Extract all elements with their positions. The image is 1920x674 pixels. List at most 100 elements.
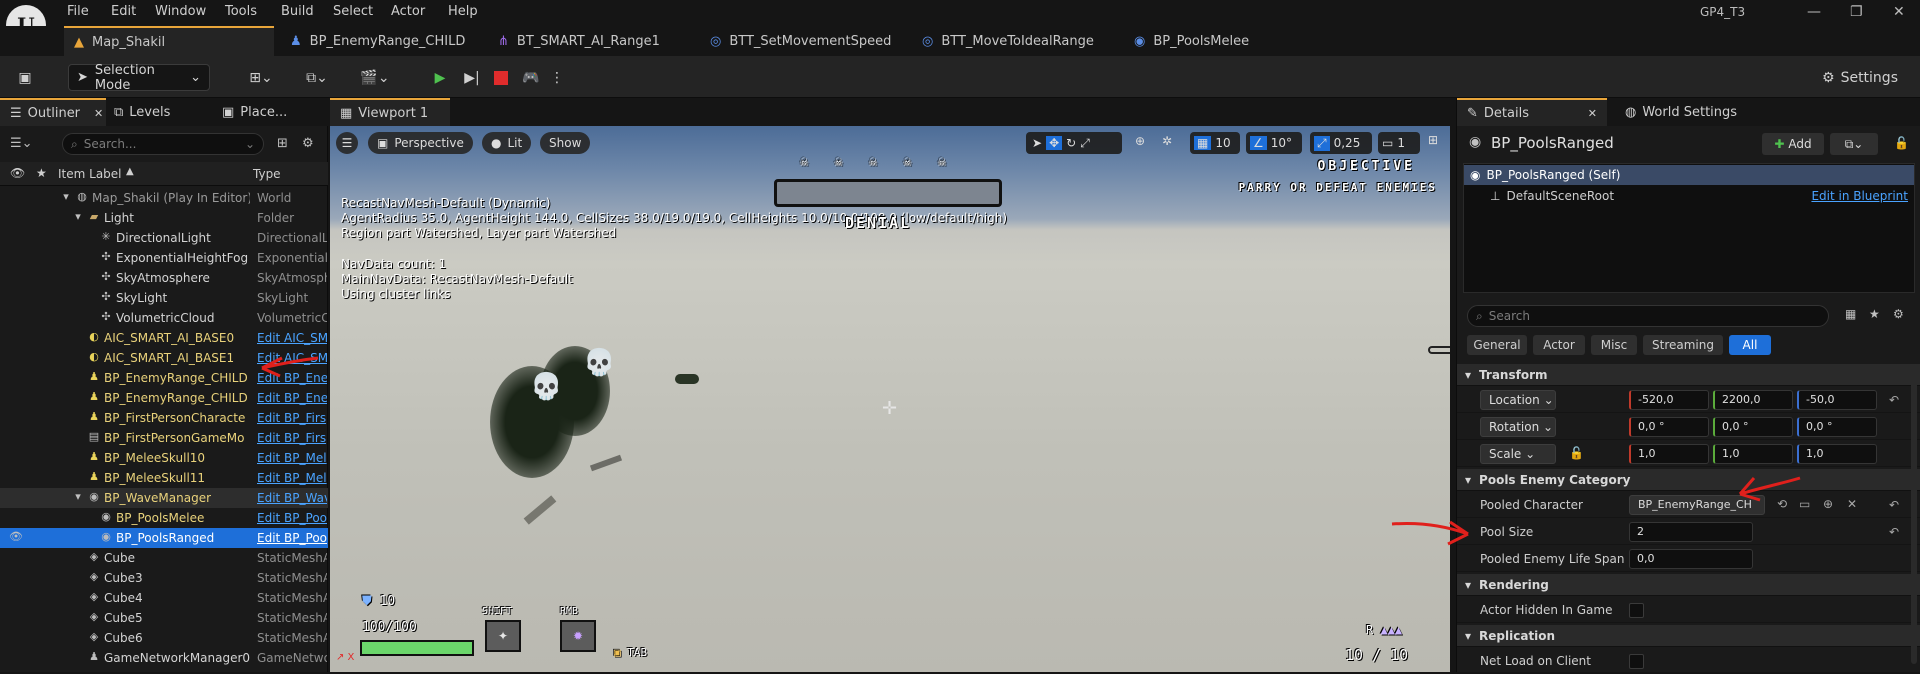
- outliner-row[interactable]: ♟ BP_EnemyRange_CHILD Edit BP_Ene: [0, 388, 328, 408]
- component-self[interactable]: ◉ BP_PoolsRanged (Self): [1464, 165, 1914, 185]
- scale-mode-dropdown[interactable]: Scale ⌄: [1480, 444, 1556, 464]
- edit-blueprint-link[interactable]: Edit BP_Firs: [257, 411, 327, 425]
- outliner-row[interactable]: ◐ AIC_SMART_AI_BASE1 Edit AIC_SM: [0, 348, 328, 368]
- edit-blueprint-link[interactable]: Edit BP_Poo: [257, 531, 327, 545]
- menu-select[interactable]: Select: [333, 4, 373, 19]
- menu-help[interactable]: Help: [448, 4, 478, 19]
- viewport-menu-icon[interactable]: ☰: [336, 132, 358, 154]
- scale-y-field[interactable]: 1,0: [1713, 444, 1793, 464]
- close-icon[interactable]: ✕: [94, 107, 103, 120]
- filter-general[interactable]: General: [1467, 335, 1527, 355]
- rotation-snap-control[interactable]: ∠ 10°: [1246, 132, 1302, 154]
- outliner-row[interactable]: ♟ BP_FirstPersonCharacte Edit BP_Firs: [0, 408, 328, 428]
- lit-button[interactable]: ● Lit: [482, 132, 532, 154]
- scale-x-field[interactable]: 1,0: [1629, 444, 1709, 464]
- rotation-x-field[interactable]: 0,0 °: [1629, 417, 1709, 437]
- outliner-row[interactable]: ◐ AIC_SMART_AI_BASE0 Edit AIC_SM: [0, 328, 328, 348]
- net-load-checkbox[interactable]: [1629, 654, 1644, 669]
- edit-blueprint-link[interactable]: Edit BP_Ene: [257, 391, 327, 405]
- tab-viewport[interactable]: ▦ Viewport 1: [330, 98, 450, 126]
- outliner-row[interactable]: ◉ BP_PoolsMelee Edit BP_Poo: [0, 508, 328, 528]
- browse-folder-icon[interactable]: ▭: [1799, 497, 1810, 511]
- component-defaultsceneroot[interactable]: ⊥ DefaultSceneRoot Edit in Blueprint: [1490, 186, 1914, 206]
- layout-icon[interactable]: ⊞: [1428, 133, 1438, 147]
- tab-world-settings[interactable]: ◍ World Settings: [1625, 98, 1737, 126]
- outliner-row[interactable]: ✣ SkyAtmosphere SkyAtmosph: [0, 268, 328, 288]
- visibility-column-icon[interactable]: 👁: [10, 166, 25, 180]
- location-y-field[interactable]: 2200,0: [1713, 390, 1793, 410]
- menu-edit[interactable]: Edit: [111, 4, 136, 19]
- tab-map-shakil[interactable]: ▲ Map_Shakil: [64, 26, 274, 56]
- add-folder-icon[interactable]: ⊞: [277, 136, 288, 151]
- edit-blueprint-link[interactable]: Edit BP_Firs: [257, 431, 327, 445]
- table-view-icon[interactable]: ▦: [1845, 307, 1856, 321]
- advance-frame-icon[interactable]: ▶|: [460, 65, 484, 90]
- level-viewport[interactable]: ☰ ▣ Perspective ● Lit Show ➤ ✥ ↻ ⤢ ⊕ ✲ ▦…: [330, 126, 1450, 672]
- outliner-row[interactable]: ◈ Cube6 StaticMeshA: [0, 628, 328, 648]
- outliner-row[interactable]: ✣ ExponentialHeightFog Exponentiali: [0, 248, 328, 268]
- type-column[interactable]: Type: [253, 167, 281, 181]
- outliner-row[interactable]: ✳ DirectionalLight DirectionalL: [0, 228, 328, 248]
- tab-btt-movetoidealrange[interactable]: ◎ BTT_MoveToIdealRange: [912, 26, 1104, 56]
- pin-column-icon[interactable]: ★: [36, 166, 47, 180]
- camera-speed-control[interactable]: ▭ 1: [1378, 132, 1420, 154]
- edit-blueprint-link[interactable]: Edit BP_Wav: [257, 491, 327, 505]
- tab-bt-smart-ai-range1[interactable]: ⋔ BT_SMART_AI_Range1: [488, 26, 670, 56]
- filter-streaming[interactable]: Streaming: [1643, 335, 1723, 355]
- outliner-row[interactable]: ▾ ▰ Light Folder: [0, 208, 328, 228]
- favorite-star-icon[interactable]: ★: [1869, 307, 1880, 321]
- edit-blueprint-link[interactable]: Edit BP_Ene: [257, 371, 327, 385]
- outliner-row[interactable]: ◈ Cube4 StaticMeshA: [0, 588, 328, 608]
- filter-all[interactable]: All: [1729, 335, 1771, 355]
- tab-details[interactable]: ✎ Details ✕: [1457, 98, 1607, 126]
- pooled-character-dropdown[interactable]: BP_EnemyRange_CH ⌄: [1629, 495, 1765, 529]
- item-label-column[interactable]: Item Label: [58, 167, 122, 181]
- category-transform[interactable]: ▾ Transform: [1457, 364, 1920, 386]
- tab-outliner[interactable]: ☰ Outliner ✕: [0, 98, 106, 126]
- tab-levels[interactable]: ⧉ Levels: [114, 98, 170, 126]
- close-icon[interactable]: ✕: [1588, 107, 1597, 120]
- outliner-row[interactable]: ◈ Cube StaticMeshA: [0, 548, 328, 568]
- outliner-row[interactable]: ◈ Cube3 StaticMeshA: [0, 568, 328, 588]
- expand-chevron-icon[interactable]: ▾: [72, 211, 84, 223]
- scale-tool-icon[interactable]: ⤢: [1080, 136, 1090, 151]
- outliner-row[interactable]: ▾ ◍ Map_Shakil (Play In Editor) World: [0, 188, 328, 208]
- menu-tools[interactable]: Tools: [225, 4, 257, 19]
- outliner-row[interactable]: 👁 ◉ BP_PoolsRanged Edit BP_Poo: [0, 528, 328, 548]
- filter-misc[interactable]: Misc: [1591, 335, 1637, 355]
- scale-z-field[interactable]: 1,0: [1797, 444, 1877, 464]
- rotation-y-field[interactable]: 0,0 °: [1713, 417, 1793, 437]
- expand-chevron-icon[interactable]: ▾: [72, 491, 84, 503]
- expand-chevron-icon[interactable]: ▾: [60, 191, 72, 203]
- reset-icon[interactable]: ↶: [1889, 498, 1899, 512]
- edit-blueprint-link[interactable]: Edit BP_Mel: [257, 451, 327, 465]
- blueprint-options-button[interactable]: ⧉⌄: [1830, 133, 1878, 155]
- rotate-tool-icon[interactable]: ↻: [1066, 136, 1076, 150]
- lock-icon[interactable]: 🔓: [1894, 136, 1909, 150]
- blueprint-menu-icon[interactable]: ⧉⌄: [298, 65, 336, 90]
- outliner-row[interactable]: ♟ BP_MeleeSkull10 Edit BP_Mel: [0, 448, 328, 468]
- tab-place-actors[interactable]: ▣ Place...: [222, 98, 287, 126]
- location-x-field[interactable]: -520,0: [1629, 390, 1709, 410]
- tab-btt-setmovementspeed[interactable]: ◎ BTT_SetMovementSpeed: [700, 26, 901, 56]
- perspective-button[interactable]: ▣ Perspective: [368, 132, 473, 154]
- add-content-icon[interactable]: ⊞⌄: [242, 65, 280, 90]
- save-icon[interactable]: ▣: [10, 65, 40, 90]
- reset-icon[interactable]: ↶: [1889, 393, 1899, 407]
- filter-actor[interactable]: Actor: [1533, 335, 1585, 355]
- use-selected-icon[interactable]: ⟲: [1777, 497, 1787, 511]
- hidden-in-game-checkbox[interactable]: [1629, 603, 1644, 618]
- visibility-eye-icon[interactable]: 👁: [9, 531, 23, 543]
- outliner-row[interactable]: ◈ Cube5 StaticMeshA: [0, 608, 328, 628]
- menu-build[interactable]: Build: [281, 4, 314, 19]
- add-icon[interactable]: ⊕: [1823, 497, 1833, 511]
- life-span-field[interactable]: 0,0: [1629, 549, 1753, 569]
- add-component-button[interactable]: ✚ Add: [1762, 133, 1824, 155]
- outliner-row[interactable]: ♟ BP_EnemyRange_CHILD Edit BP_Ene: [0, 368, 328, 388]
- reset-icon[interactable]: ↶: [1889, 525, 1899, 539]
- rotation-z-field[interactable]: 0,0 °: [1797, 417, 1877, 437]
- location-z-field[interactable]: -50,0: [1797, 390, 1877, 410]
- clear-icon[interactable]: ✕: [1847, 497, 1857, 511]
- outliner-row[interactable]: ♟ BP_MeleeSkull11 Edit BP_Mel: [0, 468, 328, 488]
- close-window-icon[interactable]: ✕: [1893, 4, 1905, 20]
